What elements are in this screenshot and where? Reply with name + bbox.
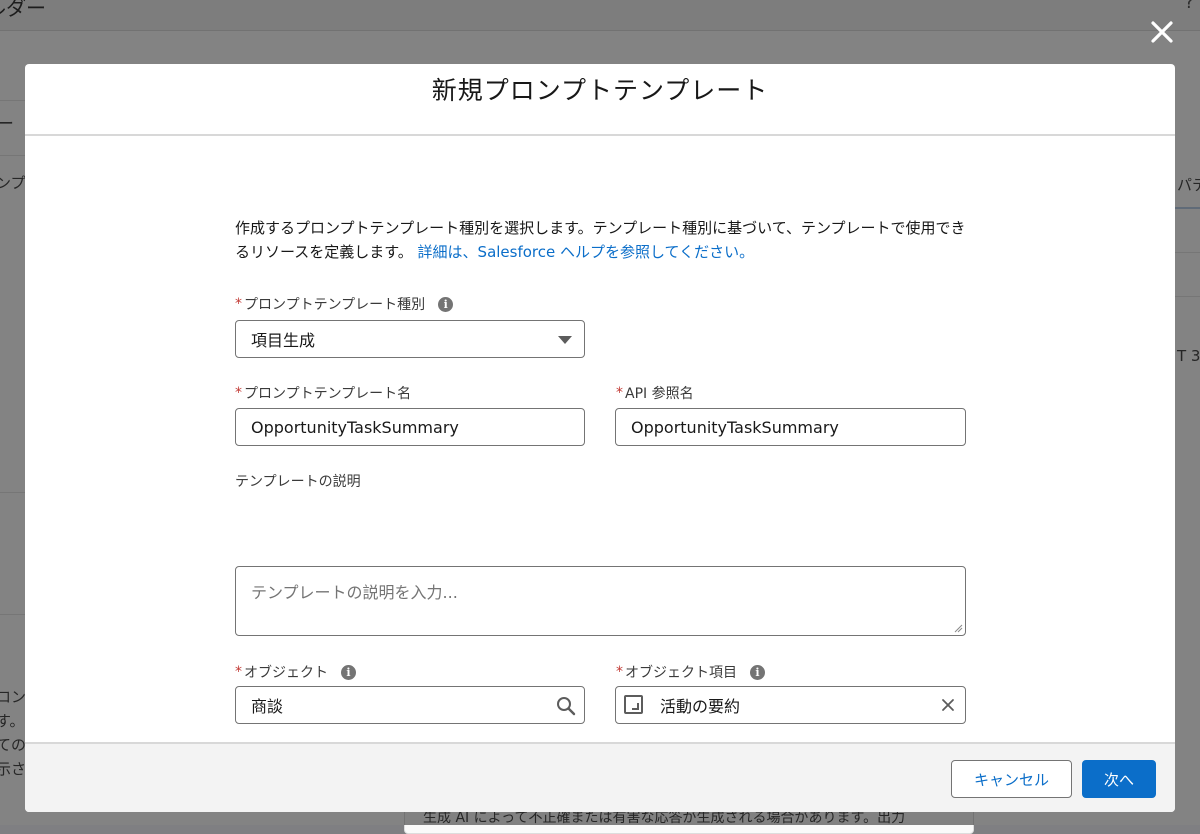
required-marker: * [235,664,242,680]
required-marker: * [616,385,623,401]
close-modal-button[interactable] [1146,16,1178,48]
search-icon [557,697,576,716]
clear-icon[interactable] [941,698,955,712]
template-type-value: 項目生成 [251,331,316,350]
api-name-label: * API 参照名 [616,383,694,403]
api-name-input[interactable]: OpportunityTaskSummary [615,408,966,446]
template-name-label: * プロンプトテンプレート名 [235,383,411,403]
object-label: * オブジェクト i [235,662,356,682]
resize-handle-icon[interactable] [953,623,963,633]
template-name-value: OpportunityTaskSummary [251,417,459,437]
required-marker: * [235,385,242,401]
template-type-label: * プロンプトテンプレート種別 i [235,294,454,314]
modal-title: 新規プロンプトテンプレート [431,75,769,105]
template-name-label-text: プロンプトテンプレート名 [244,386,412,402]
close-icon [1151,21,1173,43]
required-marker: * [616,664,623,680]
description-label: テンプレートの説明 [235,471,361,491]
api-name-label-text: API 参照名 [625,386,694,402]
chevron-down-icon [558,336,572,344]
cancel-button[interactable]: キャンセル [951,760,1072,798]
template-name-input[interactable]: OpportunityTaskSummary [235,408,585,446]
modal-body: 作成するプロンプトテンプレート種別を選択します。テンプレート種別に基づいて、テン… [25,136,1175,742]
description-label-text: テンプレートの説明 [235,474,361,490]
field-type-icon [624,695,643,714]
object-value: 商談 [251,697,284,716]
object-label-text: オブジェクト [244,665,328,681]
required-marker: * [235,296,242,312]
object-field-label-text: オブジェクト項目 [625,665,737,681]
modal-footer: キャンセル 次へ [25,742,1175,812]
modal-header: 新規プロンプトテンプレート [25,64,1175,136]
description-textarea[interactable]: テンプレートの説明を入力... [235,566,966,636]
info-icon[interactable]: i [341,664,356,680]
new-prompt-template-modal: 新規プロンプトテンプレート 作成するプロンプトテンプレート種別を選択します。テン… [25,64,1175,812]
api-name-value: OpportunityTaskSummary [631,417,839,437]
info-icon[interactable]: i [750,664,765,680]
object-field-input[interactable]: 活動の要約 [615,686,966,724]
next-button[interactable]: 次へ [1082,760,1156,798]
info-icon[interactable]: i [438,296,454,312]
template-type-label-text: プロンプトテンプレート種別 [244,297,426,313]
template-type-select[interactable]: 項目生成 [235,320,585,358]
object-search-input[interactable]: 商談 [235,686,585,724]
salesforce-help-link[interactable]: 詳細は、Salesforce ヘルプを参照してください。 [418,243,755,261]
object-field-label: * オブジェクト項目 i [616,662,765,682]
description-placeholder: テンプレートの説明を入力... [251,583,458,602]
intro-text: 作成するプロンプトテンプレート種別を選択します。テンプレート種別に基づいて、テン… [235,216,975,264]
